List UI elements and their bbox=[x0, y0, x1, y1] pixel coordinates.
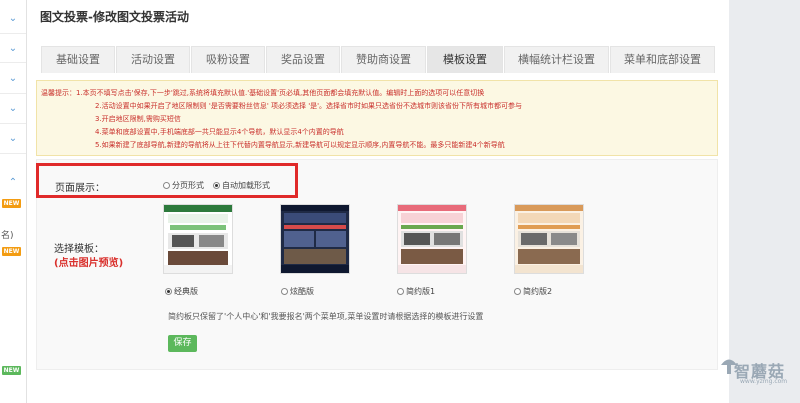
template-hint: 简约板只保留了'个人中心'和'我要报名'两个菜单项,菜单设置时请根据选择的模板进… bbox=[168, 312, 484, 321]
display-label: 页面展示： bbox=[55, 183, 105, 194]
tab-sponsors[interactable]: 赞助商设置 bbox=[341, 46, 426, 73]
notice-line: 3.开启地区限制,需购买短信 bbox=[95, 115, 181, 123]
radio-label: 炫酷版 bbox=[290, 287, 314, 296]
new-badge: NEW bbox=[2, 247, 21, 256]
radio-label: 经典版 bbox=[174, 287, 198, 296]
radio-circle[interactable] bbox=[281, 288, 288, 295]
radio-circle[interactable] bbox=[397, 288, 404, 295]
radio-circle-selected[interactable] bbox=[165, 288, 172, 295]
template-radio-simple1[interactable]: 简约版1 bbox=[397, 286, 435, 297]
divider bbox=[0, 153, 26, 154]
page-title: 图文投票-修改图文投票活动 bbox=[40, 10, 189, 24]
new-badge-green: NEW bbox=[2, 366, 21, 375]
template-radio-cool[interactable]: 炫酷版 bbox=[281, 286, 314, 297]
notice-line: 温馨提示：1.本页不填写点击'保存,下一步'跳过,系统将填充默认值.'基础设置'… bbox=[41, 89, 485, 97]
template-preview-hint: (点击图片预览) bbox=[54, 258, 124, 269]
divider bbox=[0, 123, 26, 124]
radio-label: 分页形式 bbox=[172, 181, 204, 190]
chevron-up-icon[interactable]: ⌃ bbox=[7, 178, 19, 188]
radio-label: 自动加载形式 bbox=[222, 181, 270, 190]
tab-menu-footer[interactable]: 菜单和底部设置 bbox=[610, 46, 715, 73]
chevron-down-icon[interactable]: ⌄ bbox=[7, 134, 19, 144]
template-thumb-cool[interactable] bbox=[280, 204, 350, 274]
tab-basic[interactable]: 基础设置 bbox=[41, 46, 115, 73]
right-gutter bbox=[729, 0, 800, 403]
tab-activity[interactable]: 活动设置 bbox=[116, 46, 190, 73]
main-content: 图文投票-修改图文投票活动 基础设置 活动设置 吸粉设置 奖品设置 赞助商设置 … bbox=[27, 0, 729, 403]
notice-line: 2.活动设置中如果开启了地区限制则 '是否需要粉丝信息' 项必须选择 '是'。选… bbox=[95, 102, 523, 110]
notice-line: 4.菜单和底部设置中,手机端底部一共只能显示4个导航，默认显示4个内置的导航 bbox=[95, 128, 344, 136]
template-thumb-classic[interactable] bbox=[163, 204, 233, 274]
chevron-down-icon[interactable]: ⌄ bbox=[7, 104, 19, 114]
divider bbox=[0, 62, 26, 63]
new-badge: NEW bbox=[2, 199, 21, 208]
save-button[interactable]: 保存 bbox=[168, 335, 197, 352]
divider bbox=[0, 33, 26, 34]
radio-circle[interactable] bbox=[514, 288, 521, 295]
template-label: 选择模板： bbox=[54, 244, 104, 255]
tab-prizes[interactable]: 奖品设置 bbox=[266, 46, 340, 73]
watermark-url: www.yzmg.com bbox=[740, 378, 788, 385]
template-thumb-simple1[interactable] bbox=[397, 204, 467, 274]
left-sidebar: ⌄ ⌄ ⌄ ⌄ ⌄ ⌃ NEW 名) NEW NEW bbox=[0, 0, 27, 403]
radio-autoload[interactable]: 自动加载形式 bbox=[213, 180, 270, 191]
tab-fans[interactable]: 吸粉设置 bbox=[191, 46, 265, 73]
tab-template[interactable]: 模板设置 bbox=[427, 46, 503, 73]
template-thumb-simple2[interactable] bbox=[514, 204, 584, 274]
tab-banner-stats[interactable]: 横幅统计栏设置 bbox=[504, 46, 609, 73]
chevron-down-icon[interactable]: ⌄ bbox=[7, 74, 19, 84]
radio-circle-selected[interactable] bbox=[213, 182, 220, 189]
divider bbox=[0, 93, 26, 94]
template-radio-classic[interactable]: 经典版 bbox=[165, 286, 198, 297]
chevron-down-icon[interactable]: ⌄ bbox=[7, 14, 19, 24]
sidebar-partial-text: 名) bbox=[1, 231, 14, 241]
template-radio-simple2[interactable]: 简约版2 bbox=[514, 286, 552, 297]
notice-box: 温馨提示：1.本页不填写点击'保存,下一步'跳过,系统将填充默认值.'基础设置'… bbox=[36, 80, 718, 156]
notice-line: 5.如果新建了底部导航,新建的导航将从上往下代替内置导航显示,新建导航可以规定显… bbox=[95, 141, 505, 149]
radio-paged[interactable]: 分页形式 bbox=[163, 180, 204, 191]
radio-label: 简约版1 bbox=[406, 287, 436, 296]
chevron-down-icon[interactable]: ⌄ bbox=[7, 44, 19, 54]
radio-label: 简约版2 bbox=[523, 287, 553, 296]
radio-circle[interactable] bbox=[163, 182, 170, 189]
